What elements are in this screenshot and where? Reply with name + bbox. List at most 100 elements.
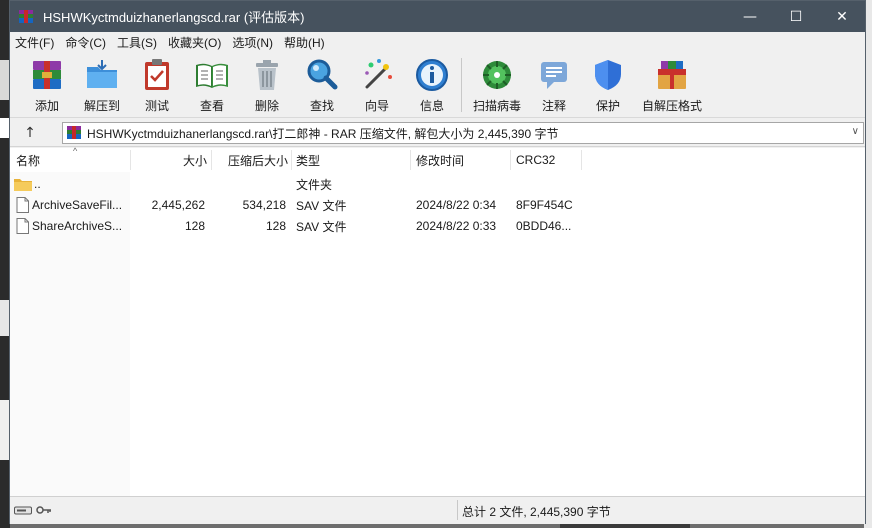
address-field[interactable]: HSHWKyctmduizhanerlangscd.rar\打二郎神 - RAR… bbox=[62, 122, 864, 144]
trash-icon bbox=[256, 60, 278, 90]
toolbar-wizard-label: 向导 bbox=[364, 99, 389, 113]
file-modified: 2024/8/22 0:34 bbox=[416, 198, 497, 212]
toolbar-extract-label: 解压到 bbox=[83, 99, 120, 113]
minimize-button[interactable]: — bbox=[727, 1, 773, 32]
toolbar-find-button[interactable]: 查找 bbox=[292, 55, 352, 115]
file-crc: 8F9F454C bbox=[516, 198, 573, 212]
table-row[interactable]: ArchiveSaveFil... 2,445,262 534,218 SAV … bbox=[10, 195, 865, 215]
toolbar-extract-button[interactable]: 解压到 bbox=[72, 55, 132, 115]
toolbar-virus-scan-label: 扫描病毒 bbox=[472, 99, 521, 113]
comment-icon bbox=[541, 62, 567, 89]
column-type[interactable]: 类型 bbox=[296, 148, 406, 172]
toolbar-comment-button[interactable]: 注释 bbox=[524, 55, 584, 115]
column-modified-label: 修改时间 bbox=[416, 153, 465, 168]
file-packed-size: 128 bbox=[265, 219, 286, 233]
shield-icon bbox=[595, 60, 621, 90]
column-header: 名称 ^ 大小 压缩后大小 类型 修改时间 CRC32 bbox=[10, 146, 865, 172]
virus-scan-icon bbox=[483, 61, 511, 89]
column-size-label: 大小 bbox=[182, 153, 207, 168]
table-row-parent-folder[interactable]: .. 文件夹 bbox=[10, 174, 865, 194]
toolbar-delete-button[interactable]: 删除 bbox=[237, 55, 297, 115]
add-archive-icon bbox=[33, 61, 61, 89]
toolbar-sfx-button[interactable]: 自解压格式 bbox=[642, 55, 702, 115]
drive-icon[interactable] bbox=[14, 504, 32, 516]
toolbar-comment-label: 注释 bbox=[541, 99, 566, 113]
toolbar-protect-button[interactable]: 保护 bbox=[578, 55, 638, 115]
toolbar-add-button[interactable]: 添加 bbox=[17, 55, 77, 115]
wizard-wand-icon bbox=[365, 59, 392, 89]
toolbar-protect-label: 保护 bbox=[595, 99, 620, 113]
menu-favorites[interactable]: 收藏夹(O) bbox=[163, 34, 227, 51]
column-size[interactable]: 大小 bbox=[131, 148, 207, 172]
column-name[interactable]: 名称 ^ bbox=[16, 146, 126, 172]
up-folder-button[interactable]: ↑ bbox=[16, 122, 44, 144]
toolbar-info-button[interactable]: 信息 bbox=[402, 55, 462, 115]
menu-tools[interactable]: 工具(S) bbox=[112, 34, 163, 51]
column-crc[interactable]: CRC32 bbox=[516, 148, 580, 172]
menu-options[interactable]: 选项(N) bbox=[227, 34, 279, 51]
file-modified: 2024/8/22 0:33 bbox=[416, 219, 497, 233]
file-size: 2,445,262 bbox=[151, 198, 205, 212]
status-summary: 总计 2 文件, 2,445,390 字节 bbox=[462, 505, 611, 519]
magnifier-icon bbox=[307, 59, 338, 90]
archive-icon bbox=[66, 125, 82, 141]
file-crc: 0BDD46... bbox=[516, 219, 572, 233]
file-name: .. bbox=[34, 177, 41, 191]
maximize-button[interactable]: ☐ bbox=[773, 1, 819, 32]
folder-icon bbox=[14, 174, 32, 194]
toolbar-sfx-label: 自解压格式 bbox=[642, 99, 703, 113]
toolbar-wizard-button[interactable]: 向导 bbox=[347, 55, 407, 115]
toolbar-view-label: 查看 bbox=[199, 99, 224, 113]
close-button[interactable]: ✕ bbox=[819, 1, 865, 32]
file-list[interactable]: 名称 ^ 大小 压缩后大小 类型 修改时间 CRC32 .. 文件夹 Archi… bbox=[10, 146, 865, 496]
file-icon bbox=[16, 216, 30, 236]
toolbar-add-label: 添加 bbox=[34, 99, 59, 113]
toolbar-virus-scan-button[interactable]: 扫描病毒 bbox=[467, 55, 527, 115]
file-packed-size: 534,218 bbox=[242, 198, 286, 212]
menu-help[interactable]: 帮助(H) bbox=[279, 34, 331, 51]
address-path: HSHWKyctmduizhanerlangscd.rar\打二郎神 - RAR… bbox=[87, 126, 559, 141]
toolbar-separator bbox=[461, 58, 462, 112]
file-icon bbox=[16, 195, 30, 215]
menu-file[interactable]: 文件(F) bbox=[10, 34, 60, 51]
title-bar[interactable]: HSHWKyctmduizhanerlangscd.rar (评估版本) — ☐… bbox=[10, 1, 865, 32]
address-bar: ↑ HSHWKyctmduizhanerlangscd.rar\打二郎神 - R… bbox=[10, 119, 865, 147]
info-icon bbox=[416, 59, 448, 91]
table-row[interactable]: ShareArchiveS... 128 128 SAV 文件 2024/8/2… bbox=[10, 216, 865, 236]
test-clipboard-icon bbox=[145, 59, 169, 90]
file-name: ShareArchiveS... bbox=[32, 219, 123, 233]
column-name-label: 名称 bbox=[16, 153, 41, 168]
key-icon[interactable] bbox=[36, 504, 52, 516]
column-divider[interactable] bbox=[581, 150, 582, 170]
file-type: SAV 文件 bbox=[296, 198, 347, 213]
sfx-gift-icon bbox=[658, 61, 686, 89]
toolbar-info-label: 信息 bbox=[419, 99, 444, 113]
toolbar-delete-label: 删除 bbox=[254, 99, 279, 113]
winrar-app-icon bbox=[18, 9, 34, 25]
status-bar: 总计 2 文件, 2,445,390 字节 bbox=[10, 496, 865, 524]
winrar-window: HSHWKyctmduizhanerlangscd.rar (评估版本) — ☐… bbox=[9, 0, 866, 524]
toolbar-test-button[interactable]: 测试 bbox=[127, 55, 187, 115]
view-book-icon bbox=[196, 63, 228, 88]
column-modified[interactable]: 修改时间 bbox=[416, 148, 506, 172]
toolbar-find-label: 查找 bbox=[309, 99, 334, 113]
file-type: SAV 文件 bbox=[296, 219, 347, 234]
column-crc-label: CRC32 bbox=[516, 153, 556, 167]
column-packed-label: 压缩后大小 bbox=[227, 153, 288, 168]
menu-bar: 文件(F) 命令(C) 工具(S) 收藏夹(O) 选项(N) 帮助(H) bbox=[10, 32, 865, 52]
column-divider[interactable] bbox=[410, 150, 411, 170]
file-name: ArchiveSaveFil... bbox=[32, 198, 123, 212]
column-type-label: 类型 bbox=[296, 153, 321, 168]
column-divider[interactable] bbox=[291, 150, 292, 170]
chevron-down-icon[interactable]: ∨ bbox=[852, 126, 859, 137]
window-title: HSHWKyctmduizhanerlangscd.rar (评估版本) bbox=[43, 10, 305, 25]
toolbar: 添加 解压到 测试 查看 删除 查找 向导 信息 扫描病毒 注释 保护 自解压格… bbox=[10, 52, 865, 118]
file-size: 128 bbox=[184, 219, 205, 233]
extract-folder-icon bbox=[87, 60, 117, 88]
toolbar-view-button[interactable]: 查看 bbox=[182, 55, 242, 115]
file-type: 文件夹 bbox=[296, 177, 333, 192]
column-divider[interactable] bbox=[510, 150, 511, 170]
column-packed[interactable]: 压缩后大小 bbox=[212, 148, 288, 172]
menu-commands[interactable]: 命令(C) bbox=[60, 34, 112, 51]
sort-ascending-icon: ^ bbox=[73, 146, 78, 156]
